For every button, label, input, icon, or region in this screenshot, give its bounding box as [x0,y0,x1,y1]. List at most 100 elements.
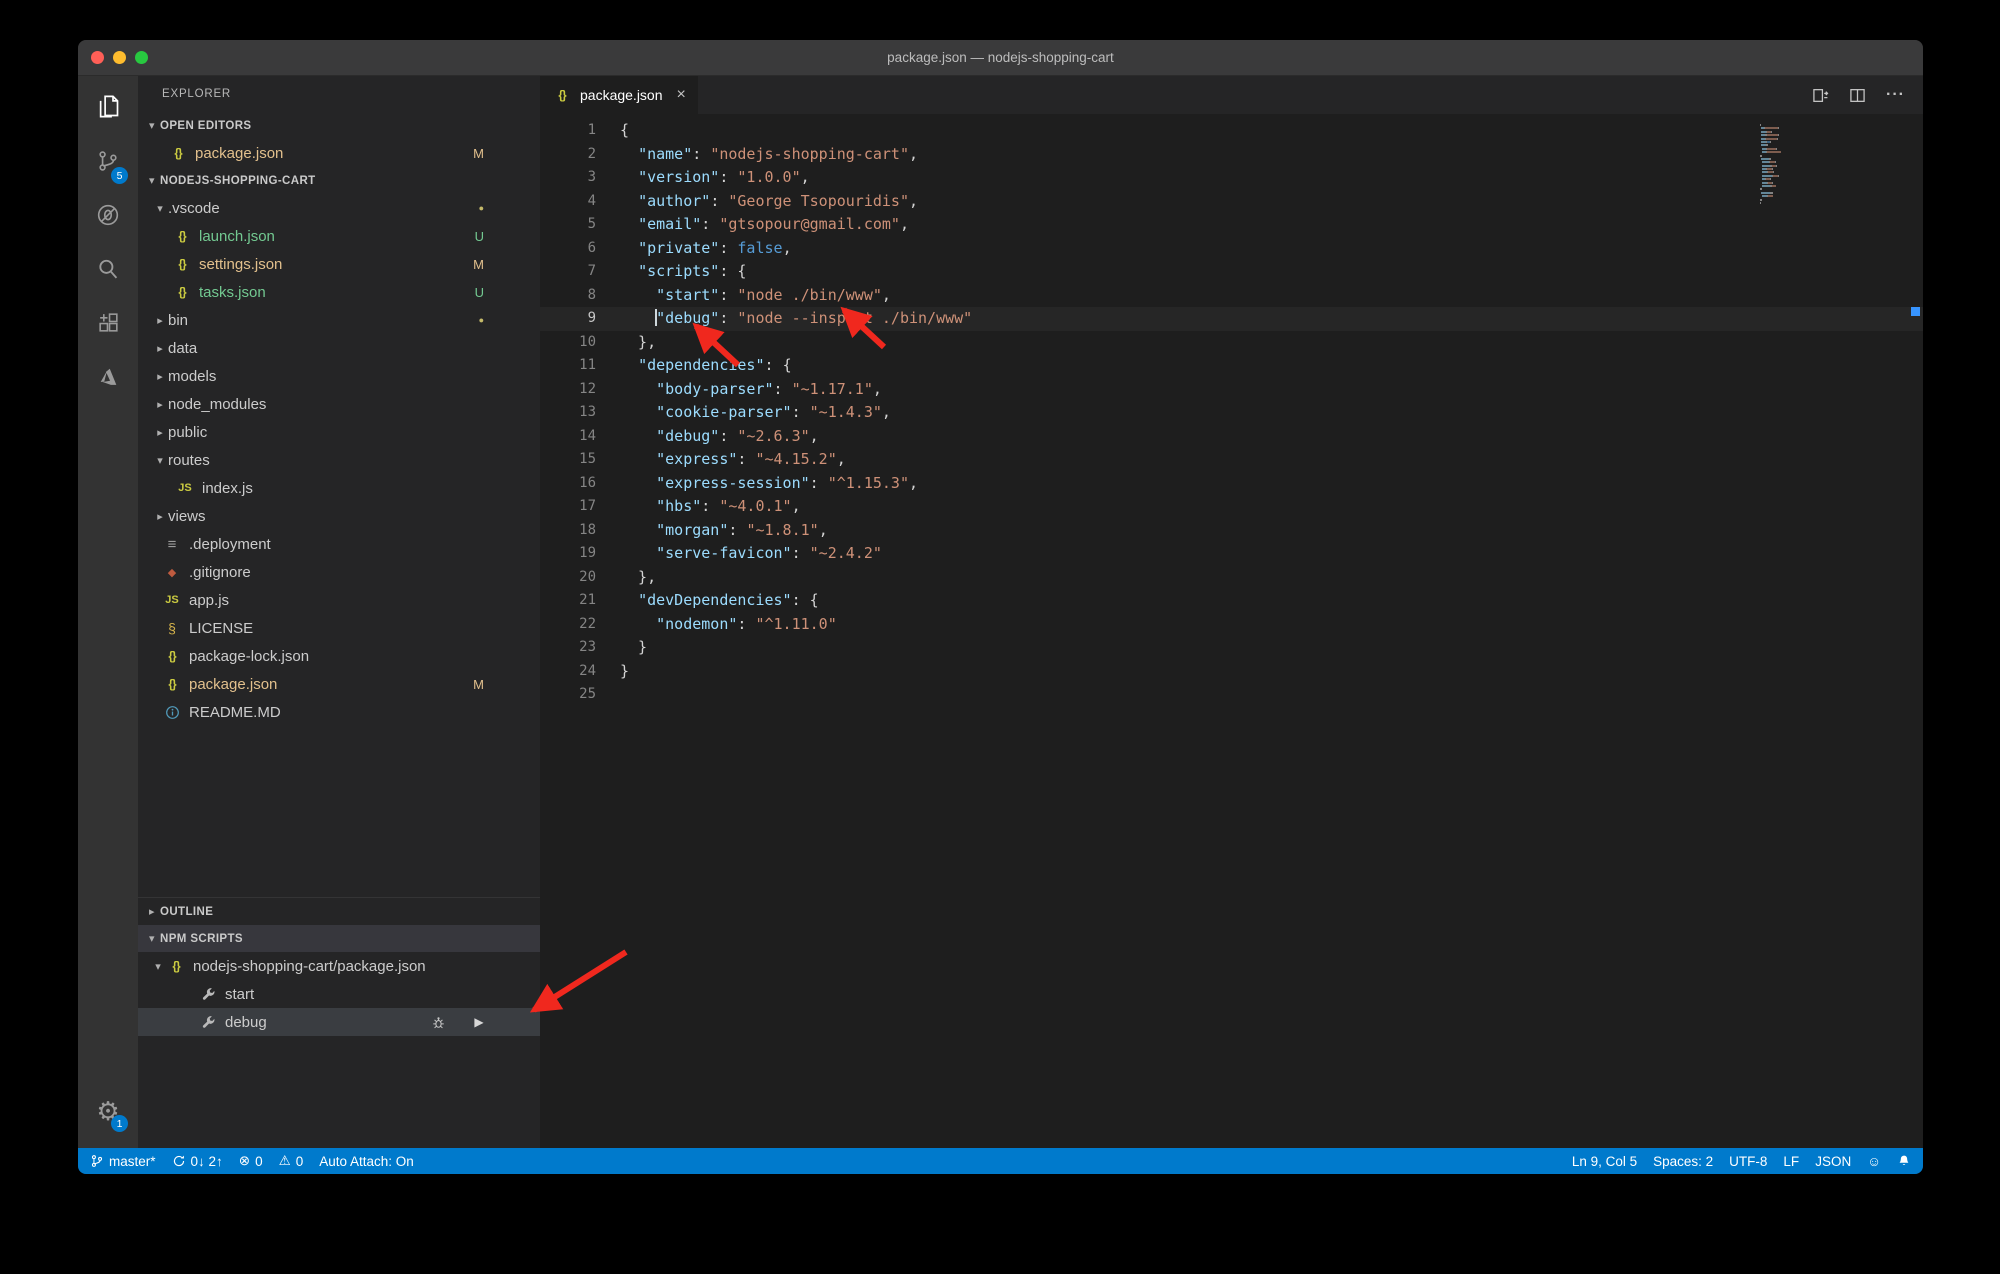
status-label: 0↓ 2↑ [190,1153,223,1169]
minimap-seg [1770,178,1771,181]
tab-package-json[interactable]: {} package.json × [540,76,698,114]
status-right-spaces-2[interactable]: Spaces: 2 [1653,1154,1713,1169]
item-label: .vscode [168,199,220,217]
code-token: : [719,168,738,186]
split-editor-button[interactable] [1849,87,1866,104]
line-number: 22 [579,615,596,632]
tree-item-app-js[interactable]: JS app.js [138,586,540,614]
status-left-0[interactable]: ⚠ 0 [279,1153,304,1169]
code-token: false [737,238,783,257]
tree-item-bin[interactable]: ▸ bin ● [138,306,540,334]
tree-item-license[interactable]: § LICENSE [138,614,540,642]
status-right-json[interactable]: JSON [1815,1154,1851,1169]
activity-source-control[interactable]: 5 [82,136,134,190]
minimap-line [1760,181,1818,184]
tree-item--vscode[interactable]: ▾ .vscode ● [138,194,540,222]
activity-search[interactable] [82,244,134,298]
tree-item-settings-json[interactable]: {} settings.json M [138,250,540,278]
minimap[interactable] [1760,124,1818,209]
status-right-bell[interactable] [1897,1154,1911,1168]
code-token: , [881,403,891,421]
status-left-0-2-[interactable]: 0↓ 2↑ [172,1154,223,1169]
tree-item-views[interactable]: ▸ views [138,502,540,530]
code-token: : [719,285,738,304]
line-number: 1 [587,122,596,138]
activity-manage[interactable]: ⚙ 1 [82,1084,134,1138]
line-content: "author": "George Tsopouridis", [596,190,918,214]
open-editor-package-json[interactable]: {} package.json M [138,139,540,167]
run-script-button[interactable]: ▶ [469,1015,489,1029]
debug-icon [95,202,121,233]
line-content: }, [596,566,656,590]
tree-item-routes[interactable]: ▾ routes [138,446,540,474]
tree-item--deployment[interactable]: ≡ .deployment [138,530,540,558]
more-actions-button[interactable]: ··· [1886,86,1905,104]
minimap-seg [1767,147,1776,150]
tree-item-data[interactable]: ▸ data [138,334,540,362]
minimap-seg [1771,168,1773,171]
open-changes-button[interactable] [1812,87,1829,104]
outline-header[interactable]: ▸ OUTLINE [138,898,540,925]
close-window-button[interactable] [91,51,104,64]
tree-item-index-js[interactable]: JS index.js [138,474,540,502]
json-icon: {} [178,285,186,299]
code-line: 7 "scripts": { [540,260,1923,284]
activity-extensions[interactable] [82,298,134,352]
status-right-utf-8[interactable]: UTF-8 [1729,1154,1767,1169]
extensions-icon [96,310,121,340]
tree-item-public[interactable]: ▸ public [138,418,540,446]
status-left-master-[interactable]: master* [90,1154,156,1169]
tree-item-node-modules[interactable]: ▸ node_modules [138,390,540,418]
code-line: 4 "author": "George Tsopouridis", [540,190,1923,214]
item-label: views [168,507,206,525]
activity-explorer[interactable] [82,82,134,136]
code-token: "hbs" [656,497,702,515]
titlebar[interactable]: package.json — nodejs-shopping-cart [78,40,1923,76]
tree-item-package-json[interactable]: {} package.json M [138,670,540,698]
line-number: 11 [579,357,596,373]
minimap-seg [1770,130,1772,133]
code-token: , [909,191,919,210]
activity-debug[interactable] [82,190,134,244]
code-token: "George Tsopouridis" [728,191,909,210]
bell-icon [1897,1154,1911,1168]
status-right-smiley[interactable]: ☺ [1867,1154,1881,1169]
minimap-seg [1767,151,1782,154]
tree-item-models[interactable]: ▸ models [138,362,540,390]
tab-close-icon[interactable]: × [677,86,686,104]
minimap-line [1760,124,1818,126]
npm-script-start[interactable]: start [138,980,540,1008]
minimize-window-button[interactable] [113,51,126,64]
project-root-header[interactable]: ▾ NODEJS-SHOPPING-CART [138,167,540,194]
bug-script-button[interactable] [428,1015,448,1030]
npm-script-debug[interactable]: debug ▶ [138,1008,540,1036]
code-area[interactable]: 1{2 "name": "nodejs-shopping-cart", 3 "ve… [540,114,1923,1148]
activity-bottom: ⚙ 1 [78,1084,138,1138]
status-left-auto-attach-on[interactable]: Auto Attach: On [319,1154,414,1169]
status-right-ln-9-col-5[interactable]: Ln 9, Col 5 [1572,1154,1637,1169]
code-token: : [719,238,738,257]
activity-azure[interactable] [82,352,134,406]
line-number: 3 [587,169,596,185]
npm-script-nodejs-shopping-cart-package-json[interactable]: ▾ {} nodejs-shopping-cart/package.json [138,952,540,980]
tree-item--gitignore[interactable]: ◆ .gitignore [138,558,540,586]
tree-item-launch-json[interactable]: {} launch.json U [138,222,540,250]
tree-item-tasks-json[interactable]: {} tasks.json U [138,278,540,306]
npm-scripts-header[interactable]: ▾ NPM SCRIPTS [138,925,540,952]
tree-item-package-lock-json[interactable]: {} package-lock.json [138,642,540,670]
status-left-0[interactable]: ⊗ 0 [239,1153,263,1169]
code-token: "morgan" [656,520,729,539]
tree-item-readme-md[interactable]: README.MD [138,698,540,726]
search-icon [95,256,121,287]
status-right-lf[interactable]: LF [1783,1154,1799,1169]
line-number: 6 [587,239,596,256]
open-editors-header[interactable]: ▾ OPEN EDITORS [138,112,540,139]
line-number: 8 [587,286,596,303]
code-line: 12 "body-parser": "~1.17.1", [540,378,1923,402]
zoom-window-button[interactable] [135,51,148,64]
